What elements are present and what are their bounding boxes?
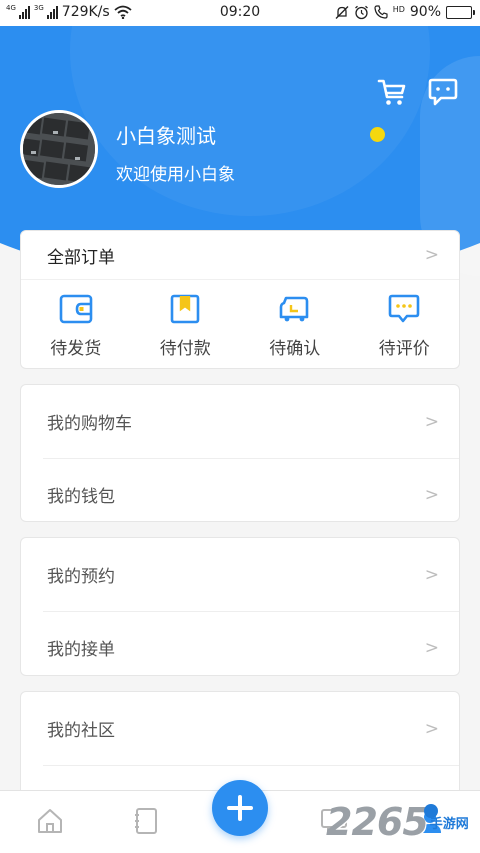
- menu-item-label: 我的接单: [47, 640, 115, 660]
- menu-item-my-appointments[interactable]: 我的预约 >: [21, 538, 459, 611]
- chevron-right-icon: >: [424, 484, 439, 505]
- watermark-dot: [424, 804, 438, 818]
- chevron-right-icon: >: [424, 718, 439, 739]
- menu-item-label: 我的社区: [47, 721, 115, 741]
- menu-group-2: 我的预约 > 我的接单 >: [20, 537, 460, 676]
- battery-icon: [446, 5, 475, 19]
- cart-button[interactable]: [374, 74, 410, 110]
- avatar-image: [23, 113, 95, 185]
- home-icon: [38, 809, 62, 833]
- order-status-to-confirm[interactable]: 待确认: [240, 280, 350, 369]
- order-status-to-ship[interactable]: 待发货: [21, 280, 131, 369]
- welcome-text: 欢迎使用小白象: [116, 165, 235, 185]
- menu-item-my-wallet[interactable]: 我的钱包 >: [21, 458, 459, 531]
- order-status-label: 待确认: [269, 339, 321, 359]
- site-watermark: 2265 手游网: [326, 800, 469, 844]
- chevron-right-icon: >: [424, 245, 439, 265]
- all-orders-title: 全部订单: [47, 247, 115, 268]
- all-orders-row[interactable]: 全部订单 >: [21, 231, 459, 280]
- nav-orders[interactable]: [128, 803, 164, 839]
- status-right: HD 90%: [335, 4, 475, 20]
- add-icon: [227, 795, 253, 821]
- bookmark-icon: [170, 294, 200, 324]
- menu-item-my-community[interactable]: 我的社区 >: [21, 692, 459, 765]
- menu-item-label: 我的预约: [47, 567, 115, 587]
- wallet-icon: [59, 294, 93, 324]
- notification-dot: [370, 127, 385, 142]
- mute-bell-icon: [335, 5, 349, 19]
- book-icon: [135, 808, 157, 834]
- orders-card: 全部订单 > 待发货 待付款 待确认 待评价: [20, 230, 460, 369]
- message-icon: [428, 78, 458, 106]
- order-status-to-review[interactable]: 待评价: [350, 280, 460, 369]
- nav-home[interactable]: [32, 803, 68, 839]
- hd-tag: HD: [392, 4, 405, 14]
- menu-item-my-cart[interactable]: 我的购物车 >: [21, 385, 459, 458]
- menu-item-label: 我的钱包: [47, 487, 115, 507]
- menu-item-my-accepted-orders[interactable]: 我的接单 >: [21, 611, 459, 684]
- order-status-label: 待评价: [378, 339, 430, 359]
- chevron-right-icon: >: [424, 564, 439, 585]
- truck-icon: [279, 296, 309, 322]
- message-button[interactable]: [425, 74, 461, 110]
- order-status-to-pay[interactable]: 待付款: [131, 280, 241, 369]
- call-icon: [374, 5, 388, 19]
- cart-icon: [377, 79, 406, 105]
- menu-group-1: 我的购物车 > 我的钱包 >: [20, 384, 460, 522]
- watermark-number: 2265: [326, 800, 429, 844]
- menu-item-label: 我的购物车: [47, 414, 132, 434]
- status-bar: 4G 3G 729K/s 09:20 HD 90%: [0, 0, 480, 26]
- order-status-label: 待付款: [159, 339, 211, 359]
- user-name: 小白象测试: [116, 124, 216, 148]
- order-status-label: 待发货: [50, 339, 102, 359]
- comment-icon: [388, 294, 420, 323]
- order-status-row: 待发货 待付款 待确认 待评价: [21, 280, 459, 369]
- add-button[interactable]: [212, 780, 268, 836]
- chevron-right-icon: >: [424, 637, 439, 658]
- chevron-right-icon: >: [424, 411, 439, 432]
- battery-text: 90%: [409, 4, 441, 20]
- alarm-icon: [354, 5, 368, 19]
- avatar[interactable]: [20, 110, 98, 188]
